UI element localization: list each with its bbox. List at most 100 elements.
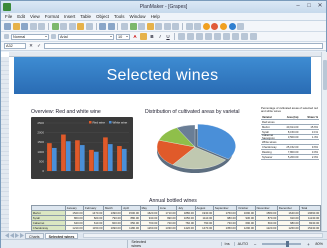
redo-icon[interactable] xyxy=(107,22,115,30)
y-tick-label: 2500 xyxy=(37,121,44,125)
sun-icon[interactable] xyxy=(202,22,210,30)
font-select[interactable]: Arial xyxy=(58,33,114,40)
insert-function-icon[interactable] xyxy=(138,22,146,30)
style-icon xyxy=(4,34,9,39)
zoom-knob[interactable] xyxy=(286,241,290,247)
bar-chart[interactable]: 2500 2000 1500 1000 500 0 Red wine White wine xyxy=(31,117,133,179)
zoom-icon[interactable] xyxy=(185,22,193,30)
save-icon[interactable] xyxy=(21,22,29,30)
copy-icon[interactable] xyxy=(68,22,76,30)
bar xyxy=(66,141,71,171)
paste-icon[interactable] xyxy=(77,22,85,30)
legend-swatch xyxy=(89,121,92,124)
indent-icon[interactable] xyxy=(241,33,248,40)
zoom-in-icon[interactable]: + xyxy=(305,242,311,247)
tab-prev-icon[interactable] xyxy=(10,233,14,238)
worksheet[interactable]: Selected wines Overview: Red and white w… xyxy=(1,52,327,246)
y-tick-label: 1500 xyxy=(37,140,44,144)
insert-table-icon[interactable] xyxy=(163,22,171,30)
share-table-cell: 3.0% xyxy=(311,150,319,154)
vertical-scrollbar[interactable] xyxy=(321,52,327,231)
menu-help[interactable]: Help xyxy=(151,14,160,19)
tab-next-icon[interactable] xyxy=(15,233,19,238)
undo-icon[interactable] xyxy=(99,22,107,30)
bar xyxy=(80,145,85,171)
tab-last-icon[interactable] xyxy=(20,233,24,238)
sort-icon[interactable] xyxy=(120,22,128,30)
toolbar-separator xyxy=(174,33,175,40)
toolbar-separator xyxy=(47,22,49,30)
bar xyxy=(117,146,122,171)
number-format-icon[interactable] xyxy=(214,33,221,40)
open-folder-icon[interactable] xyxy=(12,22,20,30)
zoom-out-icon[interactable]: − xyxy=(252,242,258,247)
percent-icon[interactable] xyxy=(223,33,230,40)
menu-file[interactable]: File xyxy=(5,14,12,19)
spell-check-icon[interactable] xyxy=(51,22,59,30)
menu-window[interactable]: Window xyxy=(130,14,146,19)
merge-cells-icon[interactable] xyxy=(205,33,212,40)
new-document-icon[interactable] xyxy=(4,22,11,30)
autosum-icon[interactable] xyxy=(129,22,137,30)
format-painter-icon[interactable] xyxy=(85,22,93,30)
share-table: Percentage of cultivated areas of select… xyxy=(261,106,319,193)
style-select[interactable]: Normal xyxy=(11,33,49,40)
scroll-thumb[interactable] xyxy=(323,60,327,90)
menu-insert[interactable]: Insert xyxy=(64,14,75,19)
sheet-tabs-bar: Charts Selected wines xyxy=(1,231,327,239)
y-tick-label: 0 xyxy=(42,169,44,173)
zoom-slider[interactable] xyxy=(262,241,302,247)
share-table-cell: White wines xyxy=(262,140,277,144)
more-options-icon[interactable] xyxy=(250,33,257,40)
cell-reference-field[interactable]: A32 xyxy=(4,43,26,49)
align-left-icon[interactable] xyxy=(178,33,185,40)
cancel-entry-icon[interactable]: ✕ xyxy=(28,43,34,49)
insert-picture-icon[interactable] xyxy=(155,22,163,30)
decimal-icon[interactable] xyxy=(232,33,239,40)
horizontal-scrollbar[interactable] xyxy=(83,233,323,238)
tab-selected-wines[interactable]: Selected wines xyxy=(44,232,79,239)
tab-first-icon[interactable] xyxy=(5,233,9,238)
borders-icon[interactable] xyxy=(172,22,180,30)
legend-label: Red wine xyxy=(93,120,106,124)
share-table-cell: Riesling xyxy=(262,150,272,154)
record-icon[interactable] xyxy=(211,22,219,30)
bar xyxy=(94,151,99,171)
share-table-cell: Varietal xyxy=(262,115,272,119)
cut-icon[interactable] xyxy=(60,22,68,30)
insert-chart-icon[interactable] xyxy=(146,22,154,30)
menu-format[interactable]: Format xyxy=(45,14,59,19)
font-color-icon[interactable]: A xyxy=(132,34,138,39)
toolbar-options-icon[interactable] xyxy=(237,22,245,30)
highlight-icon[interactable] xyxy=(220,22,228,30)
help-icon[interactable] xyxy=(228,22,236,30)
menu-view[interactable]: View xyxy=(30,14,40,19)
close-icon[interactable]: ✕ xyxy=(316,3,324,10)
menu-table[interactable]: Table xyxy=(80,14,91,19)
pie-chart[interactable] xyxy=(143,117,253,179)
status-mode: Ins xyxy=(220,242,230,246)
menu-edit[interactable]: Edit xyxy=(17,14,25,19)
formula-input[interactable] xyxy=(44,43,323,49)
align-center-icon[interactable] xyxy=(187,33,194,40)
confirm-entry-icon[interactable]: ✓ xyxy=(36,43,42,49)
maximize-icon[interactable]: □ xyxy=(305,3,313,10)
align-right-icon[interactable] xyxy=(196,33,203,40)
print-preview-icon[interactable] xyxy=(38,22,46,30)
underline-icon[interactable]: U xyxy=(165,34,171,39)
fill-color-icon[interactable] xyxy=(140,33,147,40)
menu-object[interactable]: Object xyxy=(96,14,109,19)
bold-icon[interactable]: B xyxy=(149,34,155,39)
row-headers[interactable] xyxy=(1,57,9,231)
print-icon[interactable] xyxy=(29,22,37,30)
draw-icon[interactable] xyxy=(194,22,202,30)
share-table-cell: 5,200.00 xyxy=(287,155,299,159)
bar xyxy=(52,147,57,171)
menu-tools[interactable]: Tools xyxy=(114,14,125,19)
tab-charts[interactable]: Charts xyxy=(25,232,44,239)
formatting-toolbar: Normal Arial 10 A B I U xyxy=(1,32,326,42)
minimize-icon[interactable]: – xyxy=(294,3,302,10)
font-size-select[interactable]: 10 xyxy=(116,33,130,40)
italic-icon[interactable]: I xyxy=(157,34,163,39)
bar xyxy=(89,149,94,171)
